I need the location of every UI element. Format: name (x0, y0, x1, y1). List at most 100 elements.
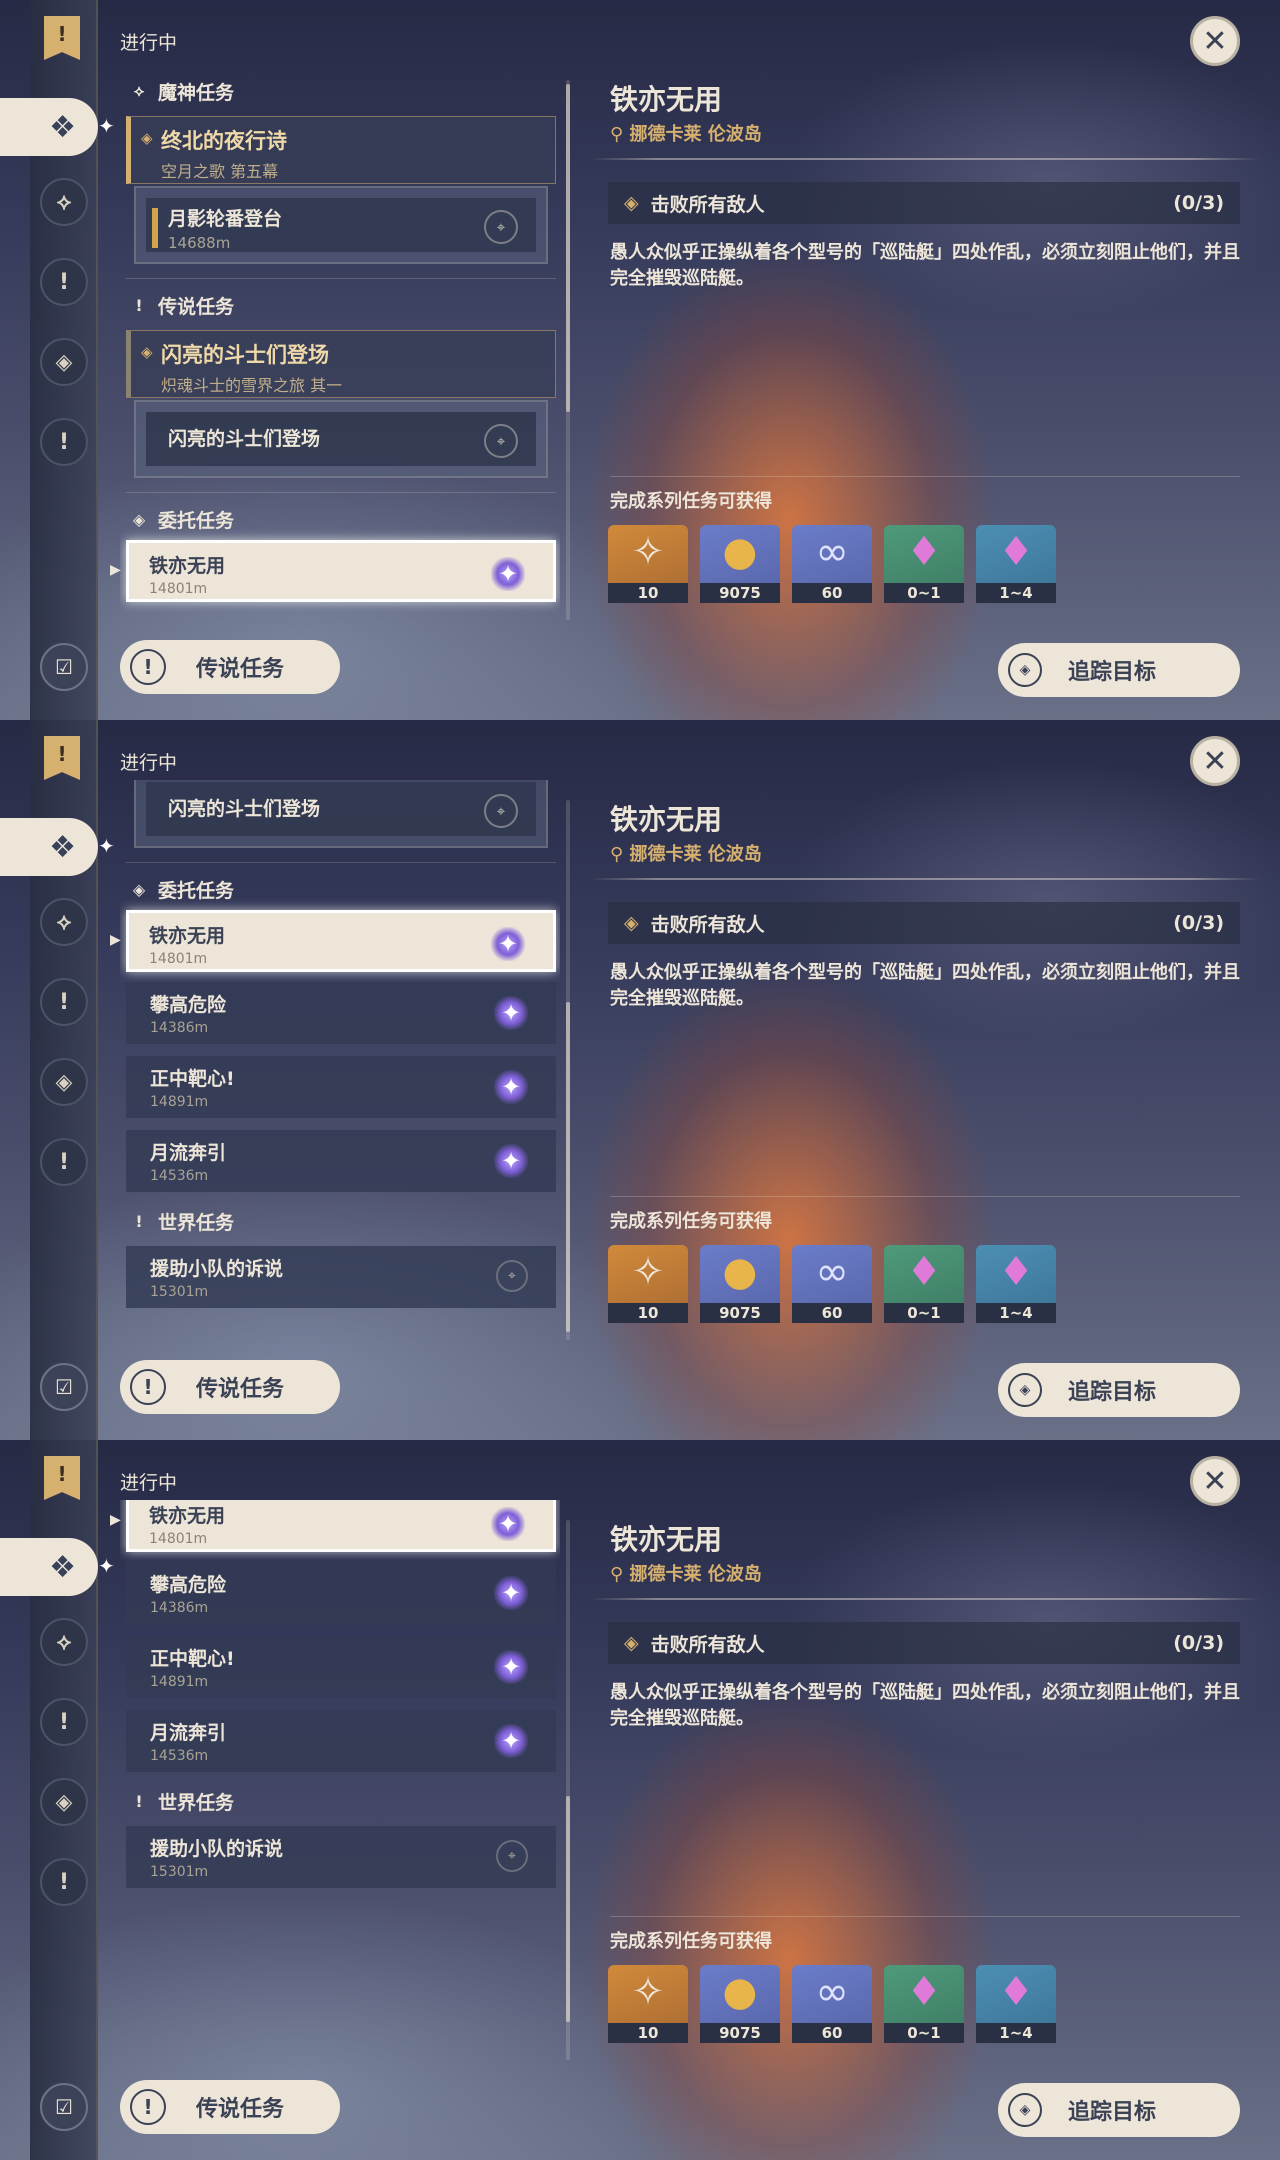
reward-count: 60 (792, 2023, 872, 2043)
active-spark-icon: ✦ (98, 1554, 115, 1578)
quest-sub-distance: 14688m (168, 234, 231, 252)
commission-item[interactable]: 攀高危险 14386m ✦ (126, 982, 556, 1044)
reward-exp[interactable]: ∞ 60 (792, 1245, 872, 1323)
quest-parent-archon[interactable]: ◈ 终北的夜行诗 空月之歌 第五幕 (126, 116, 556, 184)
reward-mora[interactable]: ● 9075 (700, 1245, 780, 1323)
track-target-button[interactable]: ◈ 追踪目标 (998, 2083, 1240, 2137)
commission-diamond-icon: ✦ (491, 1507, 525, 1541)
story-icon: ◈ (55, 1069, 73, 1095)
primogem-icon: ✧ (631, 529, 665, 575)
commission-item-selected[interactable]: 铁亦无用 14801m ✦ (126, 540, 556, 602)
rail-tab-world[interactable]: ! (40, 1138, 88, 1186)
legend-quests-button[interactable]: ! 传说任务 (120, 1360, 340, 1414)
section-world: ! 世界任务 (130, 1786, 234, 1816)
rail-tab-story[interactable]: ◈ (40, 1778, 88, 1826)
quest-book-icon: ☑ (55, 2095, 73, 2119)
rewards-label: 完成系列任务可获得 (610, 491, 772, 512)
quest-book-button[interactable]: ☑ (40, 2083, 88, 2131)
objective-count: (0/3) (1173, 912, 1224, 934)
reward-primogem[interactable]: ✧ 10 (608, 525, 688, 603)
quest-detail-title: 铁亦无用 (610, 803, 723, 836)
rail-tab-archon[interactable]: ⟡ (40, 1618, 88, 1666)
rail-tab-commission-active[interactable]: ❖ (0, 1538, 98, 1596)
rail-tab-archon[interactable]: ⟡ (40, 178, 88, 226)
commission-item[interactable]: 正中靶心! 14891m ✦ (126, 1056, 556, 1118)
objective-count: (0/3) (1173, 192, 1224, 214)
reward-primogem[interactable]: ✧ 10 (608, 1245, 688, 1323)
commission-item[interactable]: 攀高危险 14386m ✦ (126, 1562, 556, 1624)
reward-exp[interactable]: ∞ 60 (792, 1965, 872, 2043)
quest-book-button[interactable]: ☑ (40, 643, 88, 691)
commission-section-icon: ◈ (132, 879, 146, 899)
selection-arrow-icon: ▶ (110, 932, 121, 948)
commission-item[interactable]: 月流奔引 14536m ✦ (126, 1130, 556, 1192)
close-button[interactable]: ✕ (1190, 1456, 1240, 1506)
quest-book-button[interactable]: ☑ (40, 1363, 88, 1411)
rail-tab-commission-active[interactable]: ❖ (0, 818, 98, 876)
rail-tab-legend[interactable]: ! (40, 258, 88, 306)
rail-tab-story[interactable]: ◈ (40, 1058, 88, 1106)
reward-list: ✧ 10 ● 9075 ∞ 60 ♦ 0~1 ♦ 1~4 (608, 1245, 1056, 1323)
world-icon: ! (58, 1869, 70, 1895)
quest-sub-legend[interactable]: 闪亮的斗士们登场 ⌖ (134, 780, 548, 848)
reward-mora[interactable]: ● 9075 (700, 1965, 780, 2043)
commission-item-selected[interactable]: 铁亦无用 14801m ✦ (126, 1500, 556, 1552)
close-button[interactable]: ✕ (1190, 16, 1240, 66)
legend-quests-button[interactable]: ! 传说任务 (120, 640, 340, 694)
rail-tab-commission-active[interactable]: ❖ (0, 98, 98, 156)
quest-list: 铁亦无用 14801m ✦ 攀高危险 14386m ✦ 正中靶心! 14891m… (120, 1500, 560, 2070)
reward-crystal-cluster[interactable]: ♦ 1~4 (976, 525, 1056, 603)
quest-sub-title: 闪亮的斗士们登场 (168, 798, 321, 820)
reward-exp[interactable]: ∞ 60 (792, 525, 872, 603)
rewards-label: 完成系列任务可获得 (610, 1931, 772, 1952)
selection-arrow-icon: ▶ (110, 1512, 121, 1528)
location-pin-icon[interactable]: ⌖ (484, 210, 518, 244)
world-item[interactable]: 援助小队的诉说 15301m ⌖ (126, 1826, 556, 1888)
commission-item[interactable]: 月流奔引 14536m ✦ (126, 1710, 556, 1772)
progress-marker (152, 208, 158, 248)
close-icon: ✕ (1202, 1463, 1228, 1499)
close-button[interactable]: ✕ (1190, 736, 1240, 786)
legend-quests-button[interactable]: ! 传说任务 (120, 2080, 340, 2134)
location-pin-icon[interactable]: ⌖ (484, 424, 518, 458)
objective-label: 击败所有敌人 (650, 1633, 765, 1656)
quest-location-label: 挪德卡莱 伦波岛 (629, 1564, 762, 1585)
track-target-button[interactable]: ◈ 追踪目标 (998, 1363, 1240, 1417)
reward-crystal-cluster[interactable]: ♦ 1~4 (976, 1965, 1056, 2043)
quest-parent-subtitle: 炽魂斗士的雪界之旅 其一 (161, 376, 343, 395)
reward-crystal[interactable]: ♦ 0~1 (884, 1245, 964, 1323)
list-scroll-thumb[interactable] (566, 1002, 570, 1332)
track-target-button[interactable]: ◈ 追踪目标 (998, 643, 1240, 697)
world-item[interactable]: 援助小队的诉说 15301m ⌖ (126, 1246, 556, 1308)
reward-crystal[interactable]: ♦ 0~1 (884, 525, 964, 603)
quest-parent-legend[interactable]: ◈ 闪亮的斗士们登场 炽魂斗士的雪界之旅 其一 (126, 330, 556, 398)
reward-primogem[interactable]: ✧ 10 (608, 1965, 688, 2043)
list-scroll-thumb[interactable] (566, 1796, 570, 2022)
list-scroll-thumb[interactable] (566, 84, 570, 412)
quest-sub-legend[interactable]: 闪亮的斗士们登场 ⌖ (134, 400, 548, 478)
reward-crystal-cluster[interactable]: ♦ 1~4 (976, 1245, 1056, 1323)
rail-tab-story[interactable]: ◈ (40, 338, 88, 386)
item-distance: 15301m (150, 1284, 209, 1300)
rail-tab-legend[interactable]: ! (40, 978, 88, 1026)
rail-tab-world[interactable]: ! (40, 1858, 88, 1906)
status-label: 进行中 (120, 32, 178, 54)
commission-item-selected[interactable]: 铁亦无用 14801m ✦ (126, 910, 556, 972)
track-icon: ◈ (1008, 1373, 1042, 1407)
reward-mora[interactable]: ● 9075 (700, 525, 780, 603)
item-distance: 15301m (150, 1864, 209, 1880)
location-pin-icon[interactable]: ⌖ (484, 794, 518, 828)
quest-sub-archon[interactable]: 月影轮番登台 14688m ⌖ (134, 186, 548, 264)
location-pin-icon[interactable]: ⌖ (496, 1260, 528, 1292)
rail-tab-archon[interactable]: ⟡ (40, 898, 88, 946)
reward-count: 60 (792, 1303, 872, 1323)
reward-crystal[interactable]: ♦ 0~1 (884, 1965, 964, 2043)
crystal-cluster-icon: ♦ (998, 1969, 1034, 2015)
archon-icon: ⟡ (56, 189, 72, 215)
commission-icon: ❖ (49, 1549, 76, 1585)
rail-tab-world[interactable]: ! (40, 418, 88, 466)
commission-item[interactable]: 正中靶心! 14891m ✦ (126, 1636, 556, 1698)
location-pin-icon[interactable]: ⌖ (496, 1840, 528, 1872)
rail-tab-legend[interactable]: ! (40, 1698, 88, 1746)
objective-icon: ◈ (624, 912, 639, 934)
